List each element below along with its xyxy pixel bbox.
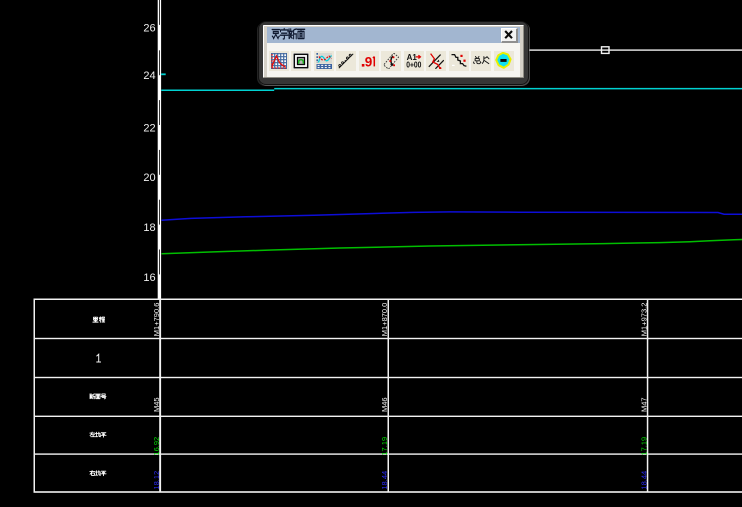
svg-text:0+00: 0+00: [406, 61, 422, 69]
svg-text:M47: M47: [640, 397, 649, 412]
svg-text:26: 26: [143, 23, 155, 35]
svg-text:M1+870.0: M1+870.0: [380, 303, 389, 337]
svg-text:9: 9: [364, 55, 372, 69]
svg-text:M1+973.2: M1+973.2: [640, 303, 649, 337]
svg-text:18.12: 18.12: [152, 471, 161, 490]
svg-text:17.19: 17.19: [380, 437, 389, 456]
svg-text:M45: M45: [152, 397, 161, 412]
svg-text:18.44: 18.44: [640, 471, 649, 490]
svg-text:20: 20: [143, 172, 155, 184]
svg-text:24: 24: [143, 70, 155, 82]
svg-text:17.19: 17.19: [640, 437, 649, 456]
svg-text:M46: M46: [380, 397, 389, 412]
svg-text:18: 18: [143, 222, 155, 234]
svg-text:M1+790.6: M1+790.6: [152, 303, 161, 337]
svg-text:22: 22: [143, 122, 155, 134]
svg-text:18.44: 18.44: [380, 471, 389, 490]
svg-text:16.92: 16.92: [152, 437, 161, 456]
svg-text:16: 16: [143, 272, 155, 284]
